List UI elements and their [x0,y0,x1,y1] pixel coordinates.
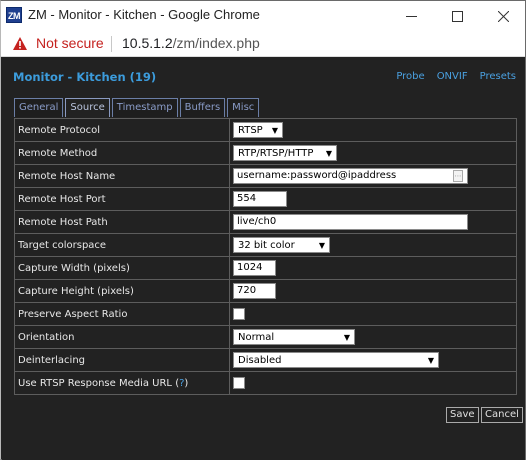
dropdown-arrow-icon: ▼ [427,355,434,365]
presets-link[interactable]: Presets [480,71,516,82]
remote-host-path-input[interactable]: live/ch0 [233,214,468,230]
target-colorspace-select[interactable]: 32 bit color ▼ [233,237,330,253]
tab-timestamp[interactable]: Timestamp [111,98,178,117]
remote-method-select[interactable]: RTP/RTSP/HTTP ▼ [233,145,337,161]
title-bar: ZM ZM - Monitor - Kitchen - Google Chrom… [1,1,525,31]
window-title: ZM - Monitor - Kitchen - Google Chrome [28,7,260,22]
zm-app-icon: ZM [6,7,22,23]
table-row: Use RTSP Response Media URL (?) [14,371,517,395]
source-settings-table: Remote Protocol RTSP ▼ Remote Method RTP… [14,118,517,395]
remote-host-name-label: Remote Host Name [14,164,230,188]
table-row: Remote Host Port 554 [14,187,517,211]
table-row: Remote Protocol RTSP ▼ [14,118,517,142]
deinterlacing-value: Disabled [238,354,282,366]
table-row: Target colorspace 32 bit color ▼ [14,233,517,257]
capture-width-input[interactable]: 1024 [233,260,276,276]
rtsp-media-url-label: Use RTSP Response Media URL (?) [14,371,230,395]
tab-buffers[interactable]: Buffers [179,98,226,117]
table-row: Remote Method RTP/RTSP/HTTP ▼ [14,141,517,165]
table-row: Remote Host Name username:password@ipadd… [14,164,517,188]
password-key-icon: ⋯ [453,170,463,182]
save-button[interactable]: Save [446,407,479,423]
onvif-link[interactable]: ONVIF [437,71,468,82]
url-host: 10.5.1.2 [122,35,173,51]
remote-host-name-input[interactable]: username:password@ipaddress ⋯ [233,168,468,184]
remote-host-port-label: Remote Host Port [14,187,230,211]
orientation-select[interactable]: Normal ▼ [233,329,355,345]
browser-window: ZM ZM - Monitor - Kitchen - Google Chrom… [0,0,526,460]
dropdown-arrow-icon: ▼ [325,148,332,158]
remote-protocol-value: RTSP [238,124,263,136]
preserve-aspect-checkbox[interactable] [233,308,245,320]
page-title: Monitor - Kitchen (19) [13,70,157,84]
rtsp-media-url-checkbox[interactable] [233,377,245,389]
table-row: Capture Height (pixels) 720 [14,279,517,303]
maximize-icon [451,10,463,22]
remote-host-port-input[interactable]: 554 [233,191,287,207]
remote-method-label: Remote Method [14,141,230,165]
close-button[interactable] [480,1,526,31]
probe-link[interactable]: Probe [396,71,424,82]
tab-source[interactable]: Source [65,98,110,117]
table-row: Orientation Normal ▼ [14,325,517,349]
address-bar[interactable]: Not secure 10.5.1.2/zm/index.php [1,31,525,57]
table-row: Deinterlacing Disabled ▼ [14,348,517,372]
rtsp-media-url-text: Use RTSP Response Media URL [18,377,173,389]
remote-protocol-select[interactable]: RTSP ▼ [233,122,283,138]
top-links: Probe ONVIF Presets [396,71,516,82]
tab-general[interactable]: General [14,98,64,117]
orientation-value: Normal [238,331,275,343]
close-icon [497,10,509,22]
capture-width-label: Capture Width (pixels) [14,256,230,280]
deinterlacing-select[interactable]: Disabled ▼ [233,352,439,368]
tab-misc[interactable]: Misc [227,98,260,117]
url-text[interactable]: 10.5.1.2/zm/index.php [122,35,260,51]
dropdown-arrow-icon: ▼ [318,240,325,250]
table-row: Capture Width (pixels) 1024 [14,256,517,280]
orientation-label: Orientation [14,325,230,349]
cancel-button[interactable]: Cancel [481,407,523,423]
minimize-button[interactable] [388,1,434,31]
address-separator [111,36,112,52]
capture-height-label: Capture Height (pixels) [14,279,230,303]
remote-protocol-label: Remote Protocol [14,118,230,142]
url-path: /zm/index.php [172,35,260,51]
maximize-button[interactable] [434,1,480,31]
page-content: Monitor - Kitchen (19) Probe ONVIF Prese… [2,58,525,460]
warning-icon [13,37,27,50]
remote-host-path-label: Remote Host Path [14,210,230,234]
dropdown-arrow-icon: ▼ [343,332,350,342]
target-colorspace-value: 32 bit color [238,239,295,251]
minimize-icon [405,15,417,17]
table-row: Remote Host Path live/ch0 [14,210,517,234]
table-row: Preserve Aspect Ratio [14,302,517,326]
help-link[interactable]: ? [179,378,184,389]
tab-bar: General Source Timestamp Buffers Misc [14,98,260,117]
remote-host-name-value: username:password@ipaddress [237,170,397,181]
capture-height-input[interactable]: 720 [233,283,276,299]
target-colorspace-label: Target colorspace [14,233,230,257]
preserve-aspect-label: Preserve Aspect Ratio [14,302,230,326]
dropdown-arrow-icon: ▼ [271,125,278,135]
not-secure-label[interactable]: Not secure [36,35,104,51]
deinterlacing-label: Deinterlacing [14,348,230,372]
remote-method-value: RTP/RTSP/HTTP [238,147,314,159]
